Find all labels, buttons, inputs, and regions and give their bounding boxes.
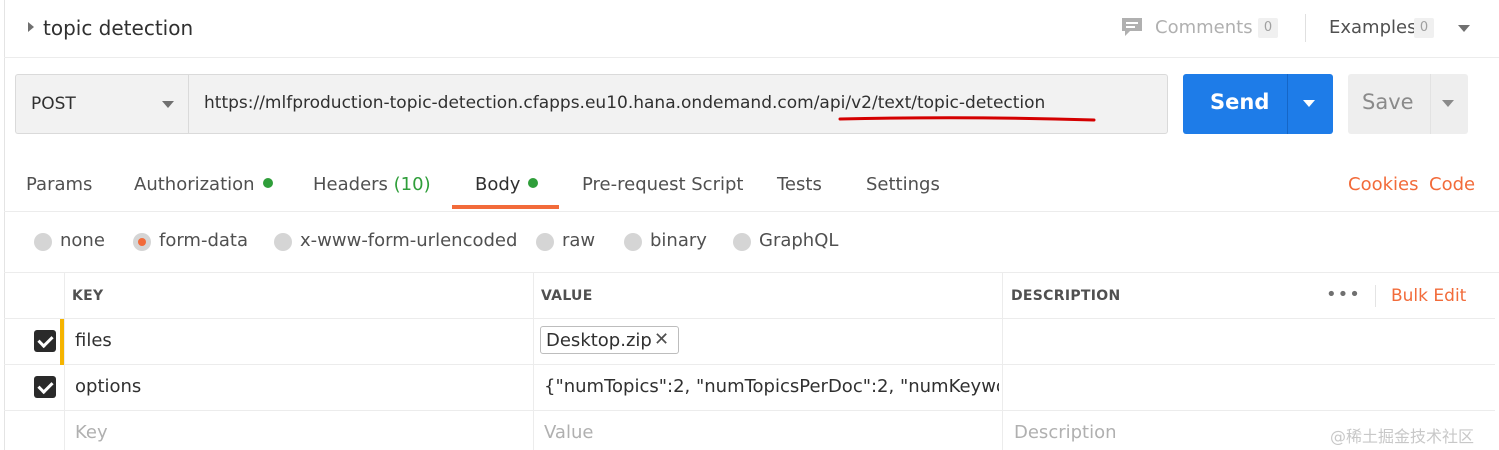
row-files-checkbox[interactable] bbox=[34, 330, 56, 352]
comments-label[interactable]: Comments bbox=[1155, 17, 1253, 38]
new-description-input[interactable]: Description bbox=[1014, 422, 1117, 443]
method-select[interactable]: POST bbox=[15, 74, 188, 134]
tab-prerequest-script[interactable]: Pre-request Script bbox=[582, 174, 743, 195]
tab-authorization[interactable]: Authorization bbox=[134, 174, 273, 195]
radio-binary-circle bbox=[624, 233, 642, 251]
radio-graphql-label: GraphQL bbox=[759, 230, 839, 251]
examples-label[interactable]: Examples bbox=[1329, 17, 1416, 38]
radio-raw-label: raw bbox=[562, 230, 596, 251]
tab-authorization-label: Authorization bbox=[134, 174, 255, 195]
headers-count: (10) bbox=[393, 174, 431, 195]
examples-chevron-down-icon[interactable] bbox=[1458, 25, 1470, 32]
send-button[interactable]: Send bbox=[1183, 74, 1333, 134]
form-data-table: KEY VALUE DESCRIPTION ••• Bulk Edit file… bbox=[4, 273, 1495, 450]
radio-raw-circle bbox=[536, 233, 554, 251]
url-text: https://mlfproduction-topic-detection.cf… bbox=[204, 93, 1046, 113]
tab-headers[interactable]: Headers (10) bbox=[313, 174, 431, 195]
authorization-status-dot bbox=[262, 178, 273, 188]
remove-file-icon[interactable]: ✕ bbox=[654, 329, 669, 350]
tab-params[interactable]: Params bbox=[26, 174, 92, 195]
save-button[interactable]: Save bbox=[1348, 74, 1468, 134]
radio-none-circle bbox=[34, 233, 52, 251]
expand-caret-icon[interactable] bbox=[28, 22, 34, 32]
row-options-value[interactable]: {"numTopics":2, "numTopicsPerDoc":2, "nu… bbox=[544, 376, 999, 397]
method-label: POST bbox=[31, 94, 76, 114]
new-value-input[interactable]: Value bbox=[544, 422, 593, 443]
code-link[interactable]: Code bbox=[1429, 174, 1475, 195]
url-input[interactable]: https://mlfproduction-topic-detection.cf… bbox=[188, 74, 1168, 134]
tab-headers-label: Headers bbox=[313, 174, 388, 195]
radio-form-data-label: form-data bbox=[159, 230, 249, 251]
save-options-chevron-icon[interactable] bbox=[1442, 100, 1454, 107]
row-divider bbox=[4, 318, 1495, 319]
cookies-link[interactable]: Cookies bbox=[1348, 174, 1418, 195]
column-header-description: DESCRIPTION bbox=[1011, 288, 1121, 304]
radio-graphql-circle bbox=[733, 233, 751, 251]
row-options-checkbox[interactable] bbox=[34, 376, 56, 398]
method-chevron-down-icon bbox=[162, 101, 174, 108]
row-files-key[interactable]: files bbox=[75, 330, 112, 351]
bulk-edit-link[interactable]: Bulk Edit bbox=[1391, 286, 1466, 306]
request-tabs: Params Authorization Headers (10) Body P… bbox=[4, 150, 1499, 212]
save-split-divider bbox=[1430, 74, 1431, 134]
bulk-edit-divider bbox=[1375, 285, 1376, 307]
comments-count-badge: 0 bbox=[1258, 18, 1278, 38]
col-divider bbox=[533, 273, 534, 450]
active-tab-indicator bbox=[452, 205, 559, 209]
tab-body-label: Body bbox=[475, 174, 521, 195]
radio-binary-label: binary bbox=[650, 230, 707, 251]
file-name: Desktop.zip bbox=[546, 330, 652, 351]
tab-body[interactable]: Body bbox=[475, 174, 539, 195]
request-header: topic detection Comments 0 Examples 0 bbox=[4, 0, 1499, 58]
radio-urlencoded-circle bbox=[274, 233, 292, 251]
file-chip[interactable]: Desktop.zip ✕ bbox=[540, 326, 679, 354]
radio-form-data-circle bbox=[133, 233, 151, 251]
more-options-icon[interactable]: ••• bbox=[1326, 284, 1361, 305]
column-header-key: KEY bbox=[72, 288, 104, 304]
header-divider bbox=[1305, 14, 1306, 42]
tab-tests[interactable]: Tests bbox=[777, 174, 822, 195]
tab-settings[interactable]: Settings bbox=[866, 174, 940, 195]
red-underline-annotation bbox=[838, 116, 1096, 122]
watermark: @稀土掘金技术社区 bbox=[1330, 427, 1475, 446]
col-divider bbox=[64, 273, 65, 450]
row-divider bbox=[4, 364, 1495, 365]
col-divider bbox=[1002, 273, 1003, 450]
save-label: Save bbox=[1362, 90, 1414, 114]
request-title[interactable]: topic detection bbox=[43, 16, 193, 40]
send-split-divider bbox=[1287, 74, 1288, 134]
body-type-options: none form-data x-www-form-urlencoded raw… bbox=[4, 213, 1499, 273]
new-key-input[interactable]: Key bbox=[75, 422, 108, 443]
row-divider bbox=[4, 410, 1495, 411]
radio-none-label: none bbox=[60, 230, 105, 251]
comment-icon[interactable] bbox=[1120, 16, 1144, 38]
row-hover-indicator bbox=[60, 319, 64, 365]
body-status-dot bbox=[528, 178, 539, 188]
send-label: Send bbox=[1210, 90, 1270, 114]
radio-urlencoded-label: x-www-form-urlencoded bbox=[300, 230, 518, 251]
row-options-key[interactable]: options bbox=[75, 376, 141, 397]
send-options-chevron-icon[interactable] bbox=[1303, 100, 1315, 107]
examples-count-badge: 0 bbox=[1414, 18, 1434, 38]
column-header-value: VALUE bbox=[541, 288, 593, 304]
